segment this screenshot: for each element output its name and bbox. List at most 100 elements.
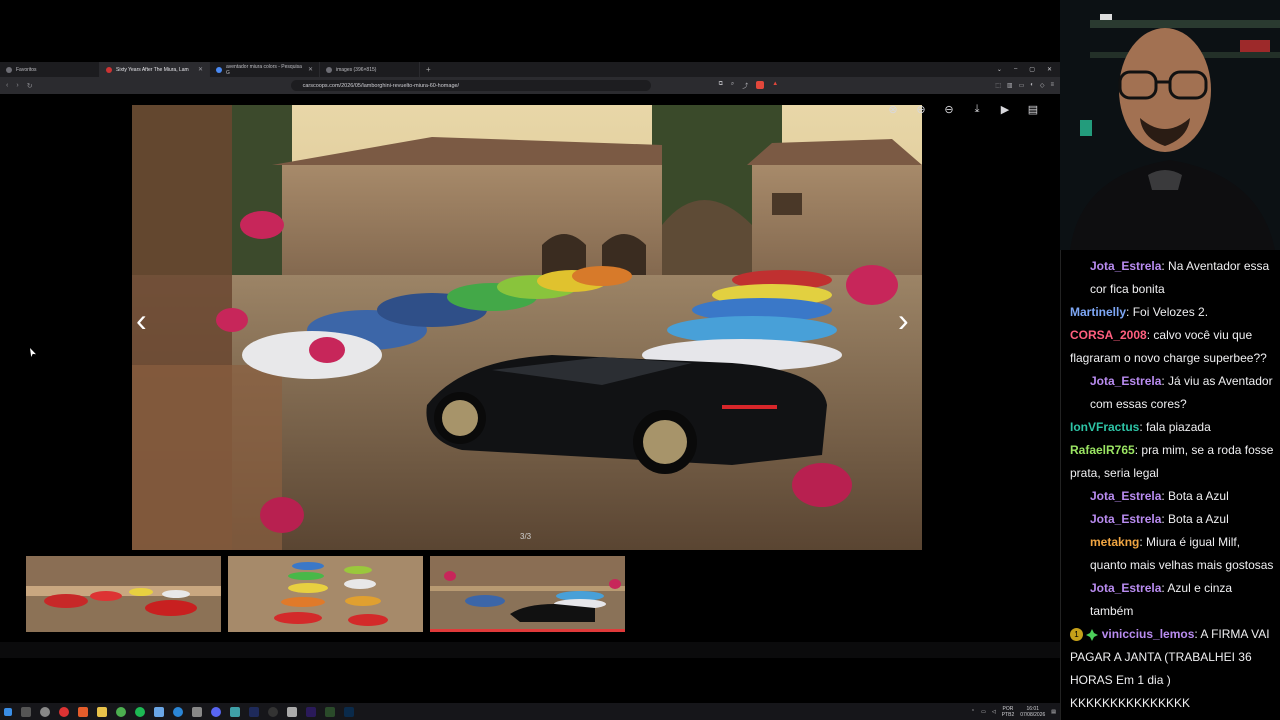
tab-article[interactable]: Sixty Years After The Miura, Lam ✕ <box>100 62 210 77</box>
tab-list-icon[interactable]: ⌄ <box>997 66 1002 73</box>
thumbnail-strip <box>26 556 625 632</box>
translate-icon[interactable]: ⧉ <box>719 81 723 90</box>
thumbnail-1[interactable] <box>26 556 221 632</box>
app-icon[interactable] <box>230 706 240 717</box>
shield-icon[interactable]: ◇ <box>1040 82 1045 89</box>
main-photo <box>132 105 922 550</box>
wifi-icon[interactable] <box>287 706 297 717</box>
network-icon[interactable]: ▭ <box>981 709 986 715</box>
chat-username[interactable]: Jota_Estrela <box>1090 259 1161 273</box>
address-bar: ‹ › ↻ carscoops.com/2026/05/lamborghini-… <box>0 77 1060 94</box>
notifications-icon[interactable]: ▤ <box>1051 709 1056 715</box>
tab-bar: Favoritos Sixty Years After The Miura, L… <box>0 62 1060 77</box>
chat-text: fala piazada <box>1146 420 1211 434</box>
task-view-icon[interactable] <box>21 706 31 717</box>
chat-username[interactable]: viniccius_lemos <box>1102 627 1195 641</box>
tab-favicon-icon <box>216 66 222 73</box>
chat-text: Bota a Azul <box>1168 489 1229 503</box>
volume-icon[interactable]: ◁ <box>992 709 996 715</box>
chat-username[interactable]: Jota_Estrela <box>1090 512 1161 526</box>
chat-text: Bota a Azul <box>1168 512 1229 526</box>
audition-icon[interactable] <box>249 706 259 717</box>
chrome-icon[interactable] <box>116 706 126 717</box>
windows-taskbar: ⌃ ▭ ◁ POR PTB2 16:01 07/08/2026 ▤ <box>0 703 1060 720</box>
steam-icon[interactable] <box>40 706 50 717</box>
next-image-button[interactable]: › <box>898 304 909 336</box>
tab-favicon-icon <box>6 66 12 73</box>
chat-text: Foi Velozes 2. <box>1132 305 1209 319</box>
premiere-icon[interactable] <box>306 706 316 717</box>
chat-username[interactable]: metakng <box>1090 535 1139 549</box>
chat-username[interactable]: Jota_Estrela <box>1090 489 1161 503</box>
url-field[interactable]: carscoops.com/2026/05/lamborghini-revuel… <box>290 80 651 91</box>
chat-username[interactable]: CORSA_2008 <box>1070 328 1147 342</box>
tab-images[interactable]: images (396×815) <box>320 62 420 77</box>
zoom-in-icon[interactable]: ⊕ <box>912 100 930 118</box>
chat-message: Martinelly: Foi Velozes 2. <box>1070 305 1209 319</box>
thumbnail-3[interactable] <box>430 556 625 632</box>
tab-close-icon[interactable]: ✕ <box>308 66 313 73</box>
thumbnails-icon[interactable]: ▤ <box>1024 100 1042 118</box>
thumbnail-image <box>26 556 221 632</box>
chat-message: metakng: Miura é igual Milf, quanto mais… <box>1090 535 1274 572</box>
new-tab-button[interactable]: + <box>420 65 437 74</box>
chat-message: Jota_Estrela: Bota a Azul <box>1090 489 1229 503</box>
chat-message: Jota_Estrela: Azul e cinza também <box>1090 581 1233 618</box>
chat-message: IonVFractus: fala piazada <box>1070 420 1211 434</box>
download-icon[interactable]: ⤓ <box>968 100 986 118</box>
rewards-icon[interactable]: ▲ <box>772 81 778 90</box>
thumbnail-2[interactable] <box>228 556 423 632</box>
menu-icon[interactable]: ≡ <box>1050 82 1054 89</box>
file-explorer-icon[interactable] <box>97 706 107 717</box>
back-icon[interactable]: ‹ <box>6 82 8 89</box>
forward-icon[interactable]: › <box>16 82 18 89</box>
obs-icon[interactable] <box>268 706 278 717</box>
chat-username[interactable]: Martinelly <box>1070 305 1126 319</box>
chat-username[interactable]: Jota_Estrela <box>1090 581 1161 595</box>
app-icon[interactable] <box>192 706 202 717</box>
thumbnail-image <box>228 556 423 632</box>
lightbox-toolbar: ⊗ ⊕ ⊖ ⤓ ▶ ▤ <box>884 100 1042 118</box>
chat-username[interactable]: RafaelR765 <box>1070 443 1135 457</box>
vpn-icon[interactable]: ◐ <box>1030 82 1034 89</box>
extension-icon[interactable]: ⬚ <box>995 82 1001 89</box>
brave-icon[interactable] <box>78 706 88 717</box>
tab-search[interactable]: aventador miura colors - Pesquisa G ✕ <box>210 62 320 77</box>
chat-message: Martinelly: Legal. <box>1066 715 1280 720</box>
chat-message: Jota_Estrela: Bota a Azul <box>1090 512 1229 526</box>
tray-chevron-icon[interactable]: ⌃ <box>971 709 975 715</box>
edge-icon[interactable] <box>173 706 183 717</box>
discord-icon[interactable] <box>211 706 221 717</box>
chat-message: RafaelR765: pra mim, se a roda fosse pra… <box>1070 443 1274 480</box>
close-window-icon[interactable]: ✕ <box>1047 66 1052 73</box>
language-indicator[interactable]: POR PTB2 <box>1002 706 1015 718</box>
windows-start-icon[interactable] <box>4 707 12 716</box>
clock[interactable]: 16:01 07/08/2026 <box>1020 706 1045 718</box>
minimize-icon[interactable]: – <box>1014 66 1017 73</box>
chat-username[interactable]: Jota_Estrela <box>1090 374 1161 388</box>
tab-favicon-icon <box>326 66 332 73</box>
slideshow-play-icon[interactable]: ▶ <box>996 100 1014 118</box>
sidebar-icon[interactable]: ▥ <box>1007 82 1013 89</box>
opera-icon[interactable] <box>59 706 69 717</box>
car-photo-illustration <box>132 105 922 550</box>
tab-favorites[interactable]: Favoritos <box>0 62 100 77</box>
reload-icon[interactable]: ↻ <box>27 82 33 90</box>
photoshop-icon[interactable] <box>344 706 354 717</box>
tab-close-icon[interactable]: ✕ <box>198 66 203 73</box>
brave-shield-icon[interactable] <box>756 81 765 89</box>
zoom-icon[interactable]: ⌕ <box>731 81 734 90</box>
wallet-icon[interactable]: ▭ <box>1019 82 1025 89</box>
app-icon[interactable] <box>325 706 335 717</box>
chat-message: CORSA_2008: calvo você viu que flagraram… <box>1070 328 1267 365</box>
live-chat: Jota_Estrela: Na Aventador essa cor fica… <box>1060 250 1280 720</box>
zoom-out-icon[interactable]: ⊖ <box>940 100 958 118</box>
spotify-icon[interactable] <box>135 706 145 717</box>
maximize-icon[interactable]: ▢ <box>1029 66 1035 73</box>
notepad-icon[interactable] <box>154 706 164 717</box>
previous-image-button[interactable]: ‹ <box>136 304 147 336</box>
share-icon[interactable]: ⤴ <box>742 81 748 90</box>
close-icon[interactable]: ⊗ <box>884 100 902 118</box>
chat-username[interactable]: IonVFractus <box>1070 420 1139 434</box>
tab-favicon-icon <box>106 66 112 73</box>
